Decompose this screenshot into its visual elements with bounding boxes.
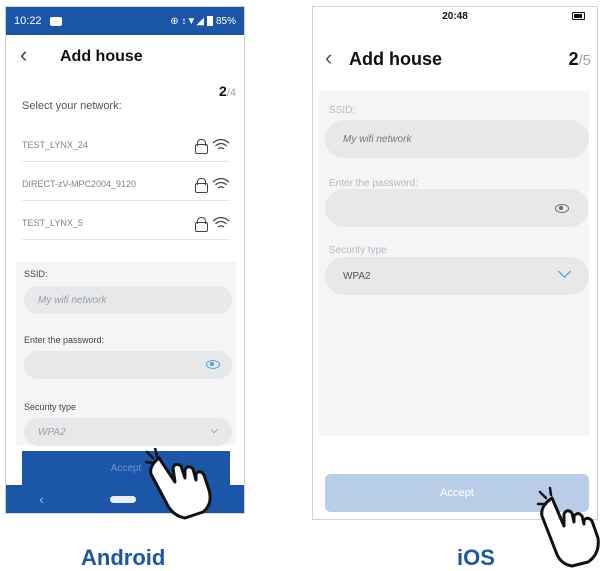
android-status-bar: 10:22 ⊕ ↕▼◢ 85%	[6, 7, 244, 35]
network-item[interactable]: TEST_LYNX_24	[22, 128, 230, 162]
password-input[interactable]	[325, 189, 589, 227]
step-total: /4	[226, 87, 236, 99]
security-type-value: WPA2	[38, 426, 66, 438]
network-name: DIRECT-zV-MPC2004_9120	[22, 178, 137, 189]
battery-percent: 85%	[215, 15, 236, 27]
network-name: TEST_LYNX_24	[22, 139, 88, 150]
back-chevron-icon[interactable]: ‹	[20, 44, 27, 66]
chevron-down-icon	[558, 265, 571, 278]
status-time: 10:22	[14, 15, 42, 27]
wifi-icon	[212, 177, 230, 189]
network-item[interactable]: DIRECT-zV-MPC2004_9120	[22, 167, 230, 201]
status-time: 20:48	[442, 11, 468, 22]
ssid-input[interactable]: My wifi network	[24, 286, 232, 314]
network-list-title: Select your network:	[22, 100, 122, 112]
eye-icon[interactable]	[555, 204, 569, 213]
ios-phone-screen: 20:48 ‹ Add house 2/5 SSID: My wifi netw…	[312, 6, 598, 520]
page-title: Add house	[349, 49, 442, 69]
lock-icon	[195, 177, 208, 193]
security-type-label: Security type	[24, 402, 77, 412]
ssid-label: SSID:	[329, 105, 356, 116]
security-type-select[interactable]: WPA2 ⌵	[24, 418, 232, 446]
ios-status-bar: 20:48	[313, 7, 597, 29]
step-current: 2	[568, 49, 579, 69]
battery-icon	[572, 12, 585, 20]
network-item[interactable]: TEST_LYNX_5	[22, 206, 230, 240]
pointing-hand-icon	[536, 486, 600, 568]
app-notification-icon	[49, 16, 62, 26]
back-chevron-icon[interactable]: ‹	[325, 47, 332, 69]
page-title: Add house	[60, 48, 143, 65]
security-type-value: WPA2	[343, 270, 371, 282]
password-input[interactable]	[24, 351, 232, 379]
password-label: Enter the password:	[24, 335, 105, 345]
chevron-down-icon: ⌵	[210, 425, 218, 436]
lock-icon	[195, 216, 208, 232]
battery-icon	[206, 16, 213, 26]
android-header: ‹ Add house	[6, 35, 244, 77]
nav-back-icon[interactable]: ‹	[39, 491, 44, 507]
android-phone-screen: 10:22 ⊕ ↕▼◢ 85% ‹ Add house 2/4 Select y…	[5, 6, 245, 514]
signal-icon: ⊕ ↕▼◢	[170, 15, 204, 27]
security-type-select[interactable]: WPA2	[325, 257, 589, 295]
wifi-icon	[212, 216, 230, 228]
network-name: TEST_LYNX_5	[22, 217, 83, 228]
ssid-input[interactable]: My wifi network	[325, 120, 589, 158]
lock-icon	[195, 138, 208, 154]
pointing-hand-icon	[145, 448, 212, 520]
ssid-label: SSID:	[24, 269, 48, 279]
security-type-label: Security type	[329, 245, 387, 256]
nav-home-icon[interactable]	[110, 495, 137, 503]
password-label: Enter the password:	[329, 178, 418, 189]
step-current: 2	[219, 83, 227, 99]
step-indicator: 2/4	[219, 83, 236, 99]
android-caption: Android	[81, 545, 166, 570]
ios-caption: iOS	[457, 545, 495, 570]
wifi-icon	[212, 138, 230, 150]
step-total: /5	[578, 52, 591, 69]
eye-icon[interactable]	[206, 360, 220, 369]
step-indicator: 2/5	[568, 49, 591, 70]
